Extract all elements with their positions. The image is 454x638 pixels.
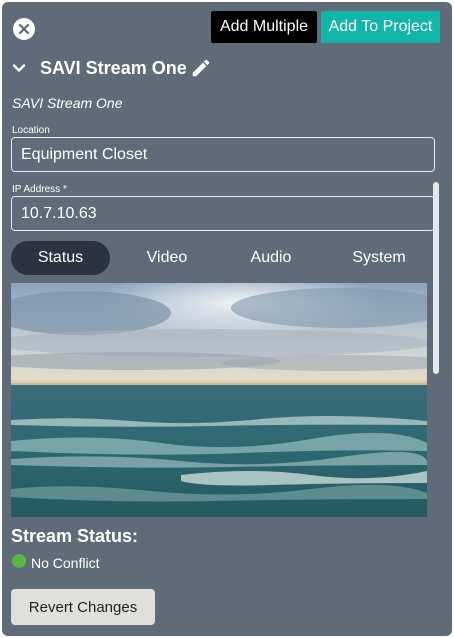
tab-audio[interactable]: Audio xyxy=(219,241,323,275)
tab-system[interactable]: System xyxy=(327,241,431,275)
device-subtitle: SAVI Stream One xyxy=(12,95,123,111)
status-indicator-icon xyxy=(12,554,26,568)
scrollbar[interactable] xyxy=(433,182,439,374)
add-multiple-button[interactable]: Add Multiple xyxy=(211,11,317,43)
location-field[interactable] xyxy=(11,137,435,172)
device-title: SAVI Stream One xyxy=(40,58,187,78)
pencil-icon[interactable] xyxy=(190,57,212,79)
revert-changes-button[interactable]: Revert Changes xyxy=(11,589,155,625)
close-button[interactable] xyxy=(13,18,35,40)
chevron-down-icon[interactable] xyxy=(12,61,26,75)
tab-bar: Status Video Audio System xyxy=(11,241,427,275)
tab-video[interactable]: Video xyxy=(115,241,219,275)
ip-address-label: IP Address * xyxy=(12,184,67,195)
video-preview xyxy=(11,283,427,517)
stream-status-heading: Stream Status: xyxy=(11,526,139,546)
stream-status-text: No Conflict xyxy=(31,555,100,571)
location-label: Location xyxy=(12,125,50,136)
ip-address-field[interactable] xyxy=(11,196,435,231)
close-icon xyxy=(18,23,30,35)
tab-status[interactable]: Status xyxy=(11,241,110,275)
add-to-project-button[interactable]: Add To Project xyxy=(321,11,440,43)
device-settings-panel: Add Multiple Add To Project SAVI Stream … xyxy=(2,2,452,636)
